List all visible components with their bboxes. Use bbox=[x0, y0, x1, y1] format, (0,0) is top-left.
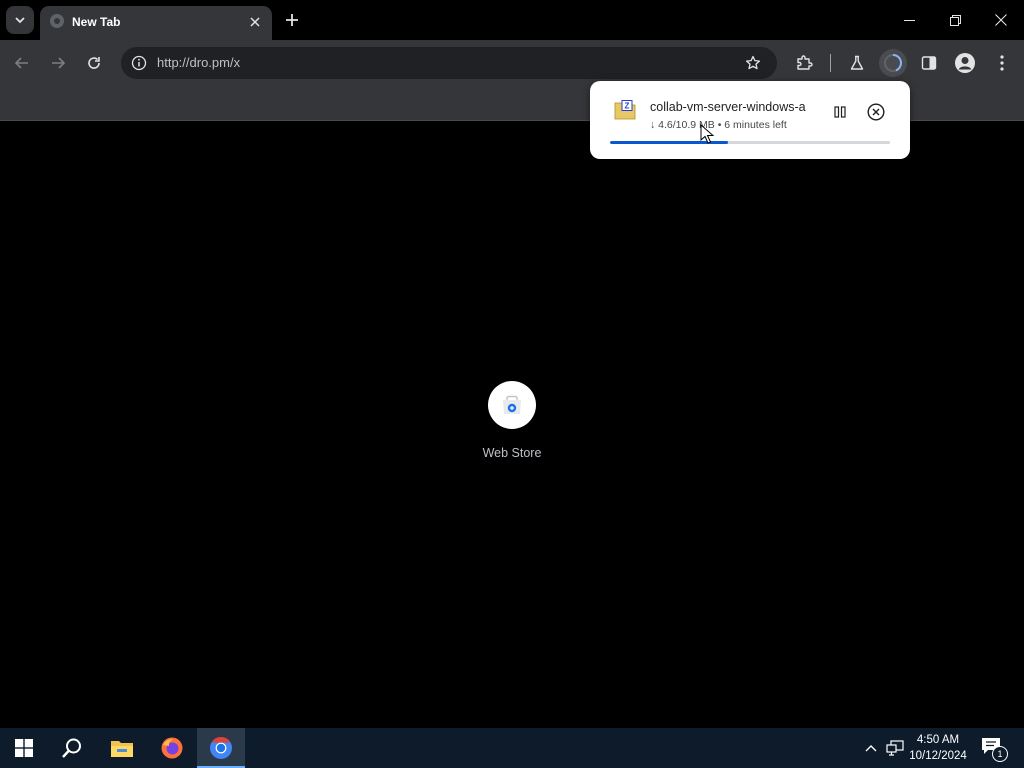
taskbar-firefox[interactable] bbox=[148, 728, 196, 768]
address-bar[interactable]: http://dro.pm/x bbox=[121, 47, 777, 79]
forward-button[interactable] bbox=[44, 49, 72, 77]
close-icon bbox=[250, 17, 260, 27]
notification-count-badge: 1 bbox=[992, 746, 1008, 762]
download-filename[interactable]: collab-vm-server-windows-a bbox=[650, 100, 822, 114]
restore-icon bbox=[949, 14, 961, 26]
taskbar-file-explorer[interactable] bbox=[98, 728, 146, 768]
tab-title: New Tab bbox=[72, 15, 121, 29]
download-status: ↓ 4.6/10.9 MB • 6 minutes left bbox=[650, 119, 787, 131]
menu-button[interactable] bbox=[988, 49, 1016, 77]
flask-icon bbox=[850, 55, 864, 70]
taskbar-clock[interactable]: 4:50 AM 10/12/2024 bbox=[902, 732, 974, 764]
folder-icon bbox=[111, 741, 133, 757]
mouse-cursor-icon bbox=[700, 124, 714, 144]
windows-logo-icon bbox=[15, 739, 33, 757]
bookmark-star-button[interactable] bbox=[743, 53, 763, 73]
download-progress-bar bbox=[610, 141, 890, 144]
download-cancel-button[interactable] bbox=[865, 101, 887, 123]
back-button[interactable] bbox=[8, 49, 36, 77]
cancel-circle-icon bbox=[867, 103, 885, 121]
toolbar-separator bbox=[830, 54, 831, 72]
chevron-down-icon bbox=[15, 17, 25, 24]
chevron-up-icon bbox=[865, 745, 877, 752]
show-hidden-icons-button[interactable] bbox=[861, 738, 881, 758]
downloads-button[interactable] bbox=[879, 49, 907, 77]
extensions-button[interactable] bbox=[790, 49, 818, 77]
site-info-button[interactable] bbox=[129, 53, 149, 73]
minimize-button[interactable] bbox=[886, 0, 932, 40]
new-tab-page: Web Store bbox=[0, 121, 1024, 728]
taskbar-search-button[interactable] bbox=[48, 728, 96, 768]
reload-button[interactable] bbox=[80, 49, 108, 77]
windows-taskbar: 4:50 AM 10/12/2024 1 bbox=[0, 728, 1024, 768]
arrow-left-icon bbox=[14, 57, 28, 69]
plus-icon bbox=[286, 14, 298, 26]
browser-toolbar: http://dro.pm/x bbox=[0, 40, 1024, 85]
tab-strip: New Tab bbox=[0, 0, 1024, 40]
archive-file-icon: Z bbox=[614, 100, 636, 120]
info-icon bbox=[131, 55, 147, 71]
close-icon bbox=[995, 14, 1007, 26]
tab-search-button[interactable] bbox=[6, 6, 34, 34]
profile-button[interactable] bbox=[951, 49, 979, 77]
search-icon bbox=[62, 738, 81, 758]
action-center-button[interactable]: 1 bbox=[980, 736, 1008, 762]
tab-close-button[interactable] bbox=[246, 13, 264, 31]
side-panel-icon bbox=[921, 56, 937, 70]
download-progress-ring-icon bbox=[884, 54, 902, 72]
clock-date: 10/12/2024 bbox=[909, 750, 967, 762]
close-window-button[interactable] bbox=[978, 0, 1024, 40]
star-icon bbox=[745, 55, 761, 70]
side-panel-button[interactable] bbox=[915, 49, 943, 77]
shortcut-tile bbox=[488, 381, 536, 429]
svg-text:Z: Z bbox=[625, 102, 630, 111]
restore-button[interactable] bbox=[932, 0, 978, 40]
puzzle-icon bbox=[797, 55, 813, 70]
web-store-icon bbox=[503, 395, 521, 414]
labs-button[interactable] bbox=[843, 49, 871, 77]
shortcut-web-store[interactable]: Web Store bbox=[472, 381, 552, 471]
shortcut-label: Web Store bbox=[482, 446, 542, 460]
download-pause-button[interactable] bbox=[829, 101, 851, 123]
taskbar-chrome[interactable] bbox=[197, 728, 245, 768]
profile-avatar-icon bbox=[955, 53, 975, 73]
kebab-menu-icon bbox=[1000, 55, 1004, 71]
address-bar-url: http://dro.pm/x bbox=[157, 55, 241, 70]
minimize-icon bbox=[903, 19, 915, 21]
tab-new-tab[interactable]: New Tab bbox=[40, 6, 272, 40]
download-bubble: Z collab-vm-server-windows-a ↓ 4.6/10.9 … bbox=[590, 81, 910, 159]
reload-icon bbox=[88, 57, 100, 69]
pause-icon bbox=[834, 106, 846, 118]
chrome-favicon-icon bbox=[49, 13, 65, 29]
chrome-icon bbox=[210, 737, 232, 759]
arrow-right-icon bbox=[52, 57, 66, 69]
start-button[interactable] bbox=[0, 728, 48, 768]
new-tab-button[interactable] bbox=[281, 9, 303, 31]
firefox-icon bbox=[161, 737, 183, 759]
clock-time: 4:50 AM bbox=[916, 734, 960, 746]
